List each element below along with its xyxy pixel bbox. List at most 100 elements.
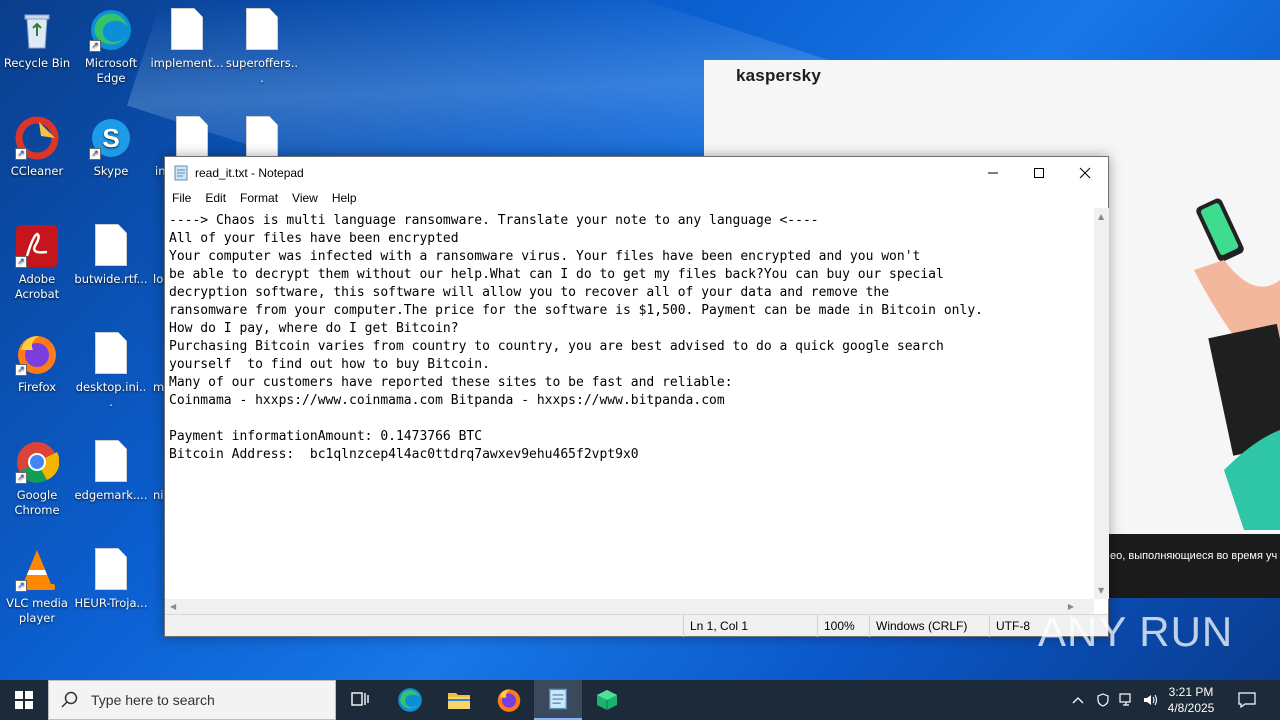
shield-icon xyxy=(1097,693,1109,707)
file-icon xyxy=(240,116,284,160)
desktop-icon-label: Microsoft Edge xyxy=(84,56,138,85)
taskbar-file-explorer-button[interactable] xyxy=(435,680,483,720)
file-icon xyxy=(89,332,133,376)
shortcut-arrow-icon: ↗ xyxy=(15,580,27,592)
taskbar: Type here to search 3:21 PM 4/8/2025 xyxy=(0,680,1280,720)
file-icon xyxy=(240,8,284,52)
minimize-button[interactable] xyxy=(970,157,1016,188)
desktop-icon-recycle-bin[interactable]: Recycle Bin xyxy=(0,8,74,71)
chevron-up-icon xyxy=(1072,697,1084,704)
shortcut-arrow-icon: ↗ xyxy=(15,472,27,484)
watermark-text: ANY RUN xyxy=(1038,608,1234,655)
desktop-icon-ccleaner[interactable]: ↗ CCleaner xyxy=(0,116,74,179)
anyrun-watermark: ANY RUN xyxy=(1038,608,1238,672)
file-icon xyxy=(165,8,209,52)
folder-icon xyxy=(448,693,470,709)
desktop-icon-superoffers[interactable]: superoffers... xyxy=(225,8,299,86)
svg-text:S: S xyxy=(102,123,119,153)
firefox-icon: ↗ xyxy=(15,332,59,376)
notepad-title-bar[interactable]: read_it.txt - Notepad xyxy=(165,157,1108,188)
desktop-icon-heur-trojan[interactable]: HEUR-Troja... xyxy=(74,548,148,611)
menu-format[interactable]: Format xyxy=(233,191,285,205)
menu-help[interactable]: Help xyxy=(325,191,364,205)
tray-overflow-button[interactable] xyxy=(1066,680,1090,720)
kaspersky-banner-text: ео, выполняющиеся во время уч xyxy=(1108,534,1280,598)
desktop-icon-implement[interactable]: implement... xyxy=(150,8,224,71)
close-icon xyxy=(1079,167,1091,178)
status-line-ending: Windows (CRLF) xyxy=(869,615,989,637)
start-button[interactable] xyxy=(0,680,48,720)
search-icon xyxy=(61,691,78,708)
desktop-icon-label: superoffers... xyxy=(225,56,299,85)
menu-file[interactable]: File xyxy=(165,191,198,205)
status-bar: Ln 1, Col 1 100% Windows (CRLF) UTF-8 xyxy=(165,614,1108,637)
notification-center-button[interactable] xyxy=(1230,680,1264,720)
kaspersky-logo: kaspersky xyxy=(736,66,821,85)
desktop-icon-label: Google Chrome xyxy=(14,488,60,517)
kaspersky-illustration xyxy=(1194,198,1280,530)
taskbar-search-box[interactable]: Type here to search xyxy=(48,680,336,720)
menu-edit[interactable]: Edit xyxy=(198,191,233,205)
taskbar-notepad-button[interactable] xyxy=(534,680,582,720)
desktop-icon-label: Skype xyxy=(93,164,129,178)
shortcut-arrow-icon: ↗ xyxy=(15,256,27,268)
shortcut-arrow-icon: ↗ xyxy=(89,148,101,160)
close-button[interactable] xyxy=(1062,157,1108,188)
taskbar-firefox-button[interactable] xyxy=(485,680,533,720)
shortcut-arrow-icon: ↗ xyxy=(15,364,27,376)
desktop-icon-skype[interactable]: S ↗ Skype xyxy=(74,116,148,179)
text-editor-area[interactable]: ----> Chaos is multi language ransomware… xyxy=(165,208,1093,599)
clock-time: 3:21 PM xyxy=(1168,685,1214,699)
desktop-icon-label: butwide.rtf... xyxy=(74,272,148,286)
taskbar-edge-button[interactable] xyxy=(386,680,434,720)
menu-bar: File Edit Format View Help xyxy=(165,188,1108,208)
taskbar-clock[interactable]: 3:21 PM 4/8/2025 xyxy=(1160,680,1222,720)
desktop-icon-google-chrome[interactable]: ↗ Google Chrome xyxy=(0,440,74,518)
desktop-icon-label: Firefox xyxy=(17,380,57,394)
notification-icon xyxy=(1238,692,1256,708)
scroll-left-icon[interactable]: ◀ xyxy=(170,602,176,611)
desktop-icon-desktop-ini[interactable]: desktop.ini... xyxy=(74,332,148,410)
desktop-icon-label: implement... xyxy=(150,56,224,70)
skype-icon: S ↗ xyxy=(89,116,133,160)
file-icon xyxy=(89,440,133,484)
file-icon xyxy=(170,116,214,160)
desktop-icon-label: Recycle Bin xyxy=(3,56,71,70)
desktop-icon-label: CCleaner xyxy=(10,164,64,178)
edge-icon xyxy=(398,688,422,712)
vlc-icon: ↗ xyxy=(15,548,59,592)
scroll-down-icon[interactable]: ▼ xyxy=(1098,586,1104,595)
minimize-icon xyxy=(988,172,998,173)
desktop-icon-microsoft-edge[interactable]: ↗ Microsoft Edge xyxy=(74,8,148,86)
recycle-bin-icon xyxy=(15,8,59,52)
speaker-icon xyxy=(1144,694,1158,706)
desktop-icon-label: desktop.ini... xyxy=(75,380,147,409)
desktop-icon-edgemark[interactable]: edgemark.... xyxy=(74,440,148,503)
notepad-window[interactable]: read_it.txt - Notepad File Edit Format V… xyxy=(164,156,1109,637)
scroll-up-icon[interactable]: ▲ xyxy=(1098,212,1104,221)
desktop-icon-butwide[interactable]: butwide.rtf... xyxy=(74,224,148,287)
taskbar-package-app-button[interactable] xyxy=(583,680,631,720)
tray-security-button[interactable] xyxy=(1092,680,1114,720)
clock-date: 4/8/2025 xyxy=(1167,701,1215,715)
vertical-scrollbar[interactable]: ▲ ▼ xyxy=(1094,208,1109,599)
chrome-icon: ↗ xyxy=(15,440,60,484)
file-icon xyxy=(89,548,133,592)
desktop-icon-vlc[interactable]: ↗ VLC media player xyxy=(0,548,74,626)
desktop-icon-label: VLC media player xyxy=(6,596,68,625)
edge-icon: ↗ xyxy=(89,8,133,52)
desktop-icon-label: edgemark.... xyxy=(74,488,148,502)
status-zoom: 100% xyxy=(817,615,869,637)
desktop-icon-adobe-acrobat[interactable]: ↗ Adobe Acrobat xyxy=(0,224,74,302)
menu-view[interactable]: View xyxy=(285,191,325,205)
horizontal-scrollbar[interactable]: ◀ ▶ xyxy=(165,599,1094,614)
maximize-button[interactable] xyxy=(1016,157,1062,188)
firefox-icon xyxy=(497,689,521,712)
task-view-button[interactable] xyxy=(336,680,384,720)
tray-network-button[interactable] xyxy=(1116,680,1138,720)
tray-volume-button[interactable] xyxy=(1140,680,1162,720)
shortcut-arrow-icon: ↗ xyxy=(89,40,101,52)
windows-logo-icon xyxy=(15,691,33,709)
acrobat-icon: ↗ xyxy=(15,224,59,268)
desktop-icon-firefox[interactable]: ↗ Firefox xyxy=(0,332,74,395)
